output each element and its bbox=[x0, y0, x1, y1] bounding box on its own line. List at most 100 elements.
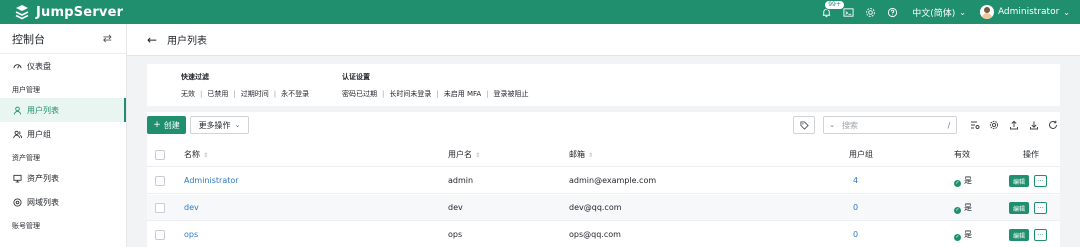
more-button[interactable]: ··· bbox=[1034, 229, 1047, 241]
column-header-email[interactable]: 邮箱 ⇕ bbox=[569, 149, 593, 160]
brand-name: JumpServer bbox=[36, 4, 124, 20]
gear-icon[interactable] bbox=[988, 119, 999, 130]
more-button[interactable]: ··· bbox=[1034, 175, 1047, 187]
column-header-name[interactable]: 名称 ⇕ bbox=[184, 149, 208, 160]
email-cell: admin@example.com bbox=[569, 176, 657, 185]
chevron-down-icon: ⌄ bbox=[234, 121, 241, 129]
search-input[interactable]: ⌄ 搜索 / bbox=[823, 116, 957, 134]
divider: | bbox=[200, 90, 203, 98]
tag-filter-button[interactable] bbox=[793, 116, 815, 134]
search-placeholder: 搜索 bbox=[842, 120, 858, 130]
sidebar-title: 控制台 bbox=[12, 32, 45, 46]
edit-button[interactable]: 编辑 bbox=[1009, 175, 1029, 187]
sidebar-item-user-list[interactable]: 用户列表 bbox=[0, 98, 126, 122]
check-circle-icon: ✓ bbox=[954, 179, 961, 187]
user-name-link[interactable]: Administrator bbox=[184, 176, 239, 185]
more-actions-button[interactable]: 更多操作 ⌄ bbox=[190, 116, 249, 134]
dashboard-icon bbox=[12, 61, 22, 71]
settings-icon[interactable] bbox=[864, 6, 876, 18]
sidebar-item-domain-list[interactable]: 网域列表 bbox=[0, 190, 126, 214]
user-table-card: + 创建 更多操作 ⌄ ⌄ 搜索 / 名称 ⇕ 用户名 ⇕ 邮箱 ⇕ 用户组 有… bbox=[147, 112, 1060, 247]
quick-filter-heading: 快速过滤 bbox=[181, 73, 209, 81]
language-selector[interactable]: 中文(简体) ⌄ bbox=[912, 6, 966, 19]
chevron-down-icon: ⌄ bbox=[1063, 7, 1070, 17]
group-count-link[interactable]: 4 bbox=[853, 176, 858, 185]
email-cell: dev@qq.com bbox=[569, 203, 622, 212]
sidebar-item-asset-list[interactable]: 资产列表 bbox=[0, 166, 126, 190]
group-count-link[interactable]: 0 bbox=[853, 230, 858, 239]
bell-icon[interactable]: 99+ bbox=[820, 0, 845, 18]
filter-invalid[interactable]: 无效 bbox=[181, 89, 195, 99]
filter-expired[interactable]: 过期时间 bbox=[241, 89, 269, 99]
group-count-link[interactable]: 0 bbox=[853, 203, 858, 212]
user-name: Administrator bbox=[997, 7, 1060, 17]
quick-filter-group: 快速过滤 无效 | 已禁用 | 过期时间 | 永不登录 bbox=[181, 72, 309, 99]
divider: | bbox=[382, 90, 385, 98]
chevron-down-icon: ⌄ bbox=[959, 7, 966, 17]
divider: | bbox=[273, 90, 277, 98]
users-icon bbox=[12, 129, 22, 139]
table-toolbar: + 创建 更多操作 ⌄ ⌄ 搜索 / bbox=[147, 112, 1060, 138]
divider: | bbox=[436, 90, 439, 98]
terminal-icon[interactable] bbox=[842, 6, 854, 18]
row-checkbox[interactable] bbox=[155, 202, 165, 213]
table-row: dev dev dev@qq.com 0 ✓ 是 编辑 ··· bbox=[147, 195, 1060, 221]
help-icon[interactable] bbox=[886, 6, 898, 18]
column-header-actions: 操作 bbox=[1023, 150, 1039, 159]
sidebar-group-asset-management: 资产管理 bbox=[12, 154, 40, 162]
filter-long-time-no-login[interactable]: 长时间未登录 bbox=[389, 89, 431, 99]
page-header: ← 用户列表 bbox=[127, 24, 1080, 56]
username-cell: ops bbox=[448, 230, 463, 239]
active-status: ✓ 是 bbox=[954, 229, 972, 241]
sort-icon: ⇕ bbox=[588, 152, 594, 159]
row-checkbox[interactable] bbox=[155, 175, 165, 186]
edit-button[interactable]: 编辑 bbox=[1009, 229, 1029, 241]
select-all-checkbox[interactable] bbox=[155, 149, 165, 160]
divider: | bbox=[233, 90, 236, 98]
filter-panel: 快速过滤 无效 | 已禁用 | 过期时间 | 永不登录 认证设置 密码已过期 |… bbox=[147, 64, 1060, 106]
download-icon[interactable] bbox=[1028, 119, 1039, 130]
table-header: 名称 ⇕ 用户名 ⇕ 邮箱 ⇕ 用户组 有效 操作 bbox=[147, 143, 1060, 167]
filter-mfa-disabled[interactable]: 未启用 MFA bbox=[444, 89, 481, 99]
upload-icon[interactable] bbox=[1008, 119, 1019, 130]
row-checkbox[interactable] bbox=[155, 229, 165, 240]
user-name-link[interactable]: dev bbox=[184, 203, 199, 212]
auth-filter-heading: 认证设置 bbox=[342, 73, 370, 81]
more-button[interactable]: ··· bbox=[1034, 202, 1047, 214]
back-arrow-icon[interactable]: ← bbox=[147, 33, 157, 47]
edit-button[interactable]: 编辑 bbox=[1009, 202, 1029, 214]
user-icon bbox=[12, 105, 22, 115]
more-actions-label: 更多操作 bbox=[198, 120, 231, 130]
globe-icon bbox=[12, 197, 22, 207]
sidebar-item-dashboard[interactable]: 仪表盘 bbox=[0, 54, 126, 78]
divider: | bbox=[486, 90, 489, 98]
filter-password-expired[interactable]: 密码已过期 bbox=[342, 89, 377, 99]
column-header-active: 有效 bbox=[954, 150, 970, 159]
username-cell: dev bbox=[448, 203, 463, 212]
create-button[interactable]: + 创建 bbox=[147, 116, 186, 134]
column-header-groups: 用户组 bbox=[849, 150, 873, 159]
brand-logo[interactable]: JumpServer bbox=[14, 4, 123, 20]
refresh-icon[interactable] bbox=[1047, 119, 1058, 130]
sort-icon: ⇕ bbox=[203, 152, 209, 159]
email-cell: ops@qq.com bbox=[569, 230, 621, 239]
column-settings-icon[interactable] bbox=[969, 119, 980, 130]
sidebar-item-label: 用户列表 bbox=[27, 105, 59, 115]
filter-disabled[interactable]: 已禁用 bbox=[207, 89, 228, 99]
sidebar-item-label: 仪表盘 bbox=[27, 61, 51, 71]
sidebar-group-account-management: 账号管理 bbox=[12, 222, 40, 230]
swap-view-icon[interactable]: ⇄ bbox=[103, 32, 112, 45]
sort-icon: ⇕ bbox=[475, 152, 481, 159]
monitor-icon bbox=[12, 173, 22, 183]
filter-never-login[interactable]: 永不登录 bbox=[281, 89, 309, 99]
chevron-down-icon[interactable]: ⌄ bbox=[824, 121, 840, 129]
create-label: 创建 bbox=[163, 120, 180, 130]
auth-filter-group: 认证设置 密码已过期 | 长时间未登录 | 未启用 MFA | 登录被阻止 bbox=[342, 72, 529, 99]
sidebar-item-label: 网域列表 bbox=[27, 197, 59, 207]
filter-login-blocked[interactable]: 登录被阻止 bbox=[494, 89, 529, 99]
table-row: Administrator admin admin@example.com 4 … bbox=[147, 168, 1060, 194]
sidebar-item-user-group[interactable]: 用户组 bbox=[0, 122, 126, 146]
user-menu[interactable]: Administrator ⌄ bbox=[979, 5, 1070, 19]
user-name-link[interactable]: ops bbox=[184, 230, 198, 239]
column-header-username[interactable]: 用户名 ⇕ bbox=[448, 149, 480, 160]
